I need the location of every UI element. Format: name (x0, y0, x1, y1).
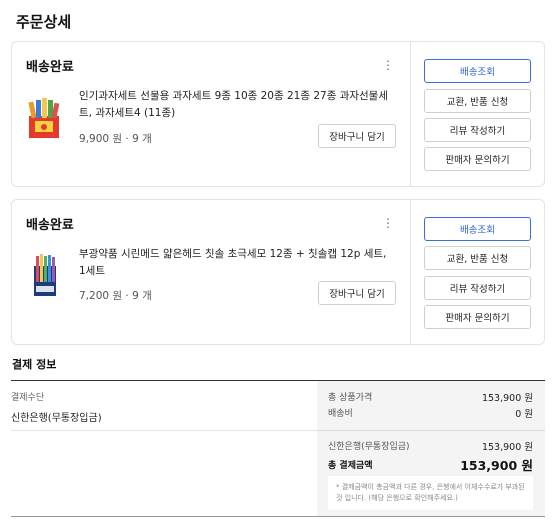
total-product-price-value: 153,900 원 (481, 393, 533, 404)
add-to-cart-button[interactable]: 장바구니 담기 (318, 124, 396, 148)
total-product-price-label: 총 상품가격 (328, 393, 373, 403)
payment-notice: * 결제금액이 총금액과 다른 경우, 은행에서 이체수수료가 부과된 것 입니… (328, 476, 533, 510)
shipping-fee-value: 0 원 (515, 409, 533, 420)
product-thumbnail[interactable] (26, 252, 62, 300)
delivery-status: 배송완료 (26, 60, 74, 75)
price-quantity: 7,200 원 · 9 개 (79, 290, 152, 302)
contact-seller-button[interactable]: 판매자 문의하기 (424, 305, 531, 329)
exchange-return-button[interactable]: 교환, 반품 신청 (424, 246, 531, 270)
delivery-status: 배송완료 (26, 218, 74, 233)
total-payment-label: 총 결제금액 (328, 461, 373, 471)
order-main: 배송완료 ⋮ 인기과자세트 선물용 과자세트 9종 10종 20종 21종 27… (12, 42, 410, 186)
product-thumbnail[interactable] (26, 94, 62, 142)
divider (11, 430, 317, 431)
payment-method-label: 결제수단 (11, 393, 45, 403)
track-delivery-button[interactable]: 배송조회 (424, 59, 531, 83)
divider (317, 430, 545, 431)
total-payment-value: 153,900 원 (460, 458, 533, 473)
order-card: 배송완료 ⋮ 인기과자세트 선물용 과자세트 9종 10종 20종 21종 27… (11, 41, 545, 187)
order-card: 배송완료 ⋮ 부광약품 시린메드 얇은헤드 칫솔 초극세모 12종 + 칫솔캡 … (11, 199, 545, 345)
write-review-button[interactable]: 리뷰 작성하기 (424, 118, 531, 142)
payment-method-value: 신한은행(무통장입금) (11, 413, 102, 424)
exchange-return-button[interactable]: 교환, 반품 신청 (424, 89, 531, 113)
bank-transfer-label: 신한은행(무통장입금) (328, 442, 410, 452)
more-options-icon[interactable]: ⋮ (382, 216, 394, 230)
page-title: 주문상세 (16, 13, 72, 31)
price-quantity: 9,900 원 · 9 개 (79, 133, 152, 145)
order-actions: 배송조회 교환, 반품 신청 리뷰 작성하기 판매자 문의하기 (410, 200, 546, 344)
shipping-fee-label: 배송비 (328, 409, 353, 419)
divider (11, 516, 545, 517)
order-main: 배송완료 ⋮ 부광약품 시린메드 얇은헤드 칫솔 초극세모 12종 + 칫솔캡 … (12, 200, 410, 344)
add-to-cart-button[interactable]: 장바구니 담기 (318, 281, 396, 305)
payment-section-title: 결제 정보 (12, 358, 57, 371)
order-actions: 배송조회 교환, 반품 신청 리뷰 작성하기 판매자 문의하기 (410, 42, 546, 186)
product-name-link[interactable]: 부광약품 시린메드 얇은헤드 칫솔 초극세모 12종 + 칫솔캡 12p 세트,… (79, 246, 394, 280)
more-options-icon[interactable]: ⋮ (382, 58, 394, 72)
product-name-link[interactable]: 인기과자세트 선물용 과자세트 9종 10종 20종 21종 27종 과자선물세… (79, 88, 394, 122)
bank-transfer-value: 153,900 원 (481, 442, 533, 453)
write-review-button[interactable]: 리뷰 작성하기 (424, 276, 531, 300)
track-delivery-button[interactable]: 배송조회 (424, 217, 531, 241)
contact-seller-button[interactable]: 판매자 문의하기 (424, 147, 531, 171)
